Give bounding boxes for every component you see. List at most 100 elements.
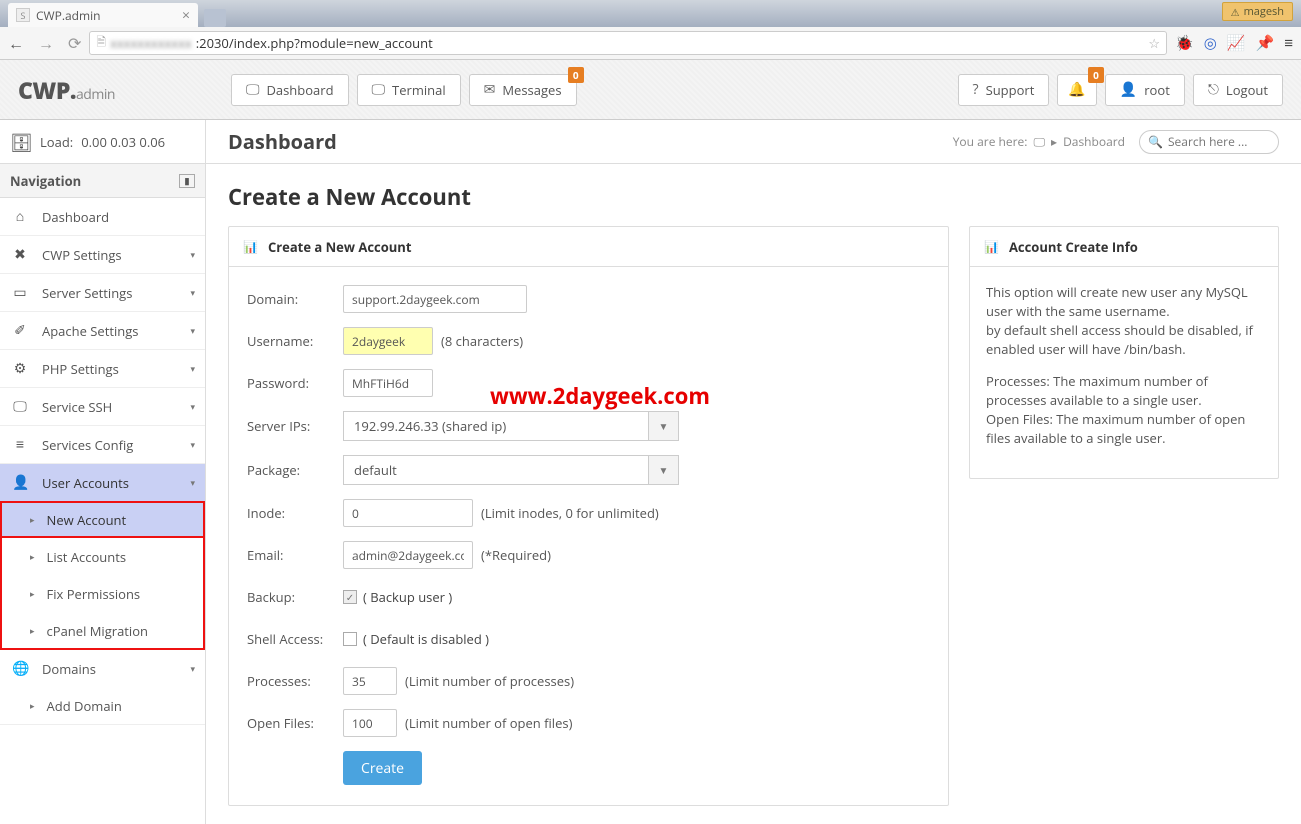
topbar-dashboard-button[interactable]: 🖵Dashboard <box>231 74 349 106</box>
sidebar-item-domains[interactable]: 🌐Domains▾ <box>0 650 205 687</box>
sidebar-subitem-add-domain[interactable]: ▸Add Domain <box>0 687 205 724</box>
database-icon: 🗄 <box>10 131 32 153</box>
sidebar-subitem-list-accounts[interactable]: ▸List Accounts <box>0 538 205 575</box>
forward-icon[interactable]: → <box>38 32 54 54</box>
domain-label: Domain: <box>247 290 343 308</box>
email-input[interactable] <box>343 541 473 569</box>
envelope-icon: ✉ <box>484 80 496 99</box>
topbar-terminal-button[interactable]: 🖵Terminal <box>357 74 461 106</box>
sidebar-item-cwp-settings[interactable]: ✖CWP Settings▾ <box>0 236 205 273</box>
openfiles-hint: (Limit number of open files) <box>405 714 572 732</box>
chevron-right-icon: ▸ <box>1051 133 1057 150</box>
url-path: :2030/index.php?module=new_account <box>196 34 433 52</box>
backup-label: Backup: <box>247 588 343 606</box>
bars-icon: 📊 <box>984 238 999 255</box>
shell-checkbox[interactable] <box>343 632 357 646</box>
search-input[interactable] <box>1168 133 1270 150</box>
menu-icon: ≡ <box>12 435 28 454</box>
topbar-alerts-button[interactable]: 🔔0 <box>1057 74 1096 106</box>
processes-input[interactable] <box>343 667 397 695</box>
address-bar: ← → ⟳ 🗎 xxxxxxxxxxxx :2030/index.php?mod… <box>0 27 1301 60</box>
url-field[interactable]: 🗎 xxxxxxxxxxxx :2030/index.php?module=ne… <box>89 31 1167 55</box>
bullet-icon: ▸ <box>30 513 35 526</box>
browser-user-badge[interactable]: magesh <box>1222 2 1293 21</box>
sidebar-item-apache-settings[interactable]: ✐Apache Settings▾ <box>0 312 205 349</box>
ext-icon-3[interactable]: 📈 <box>1227 33 1246 53</box>
ext-icon-4[interactable]: 📌 <box>1256 33 1275 53</box>
collapse-icon[interactable]: ▮ <box>179 174 195 188</box>
password-input[interactable] <box>343 369 433 397</box>
domain-input[interactable] <box>343 285 527 313</box>
terminal-icon: 🖵 <box>372 80 386 99</box>
load-values: 0.00 0.03 0.06 <box>81 133 165 151</box>
menu-icon[interactable]: ≡ <box>1284 33 1293 53</box>
sidebar-subitem-new-account[interactable]: ▸New Account <box>0 501 205 538</box>
browser-tab-strip: S CWP.admin × magesh <box>0 0 1301 27</box>
tab-title: CWP.admin <box>36 7 101 24</box>
openfiles-label: Open Files: <box>247 714 343 732</box>
email-hint: (*Required) <box>481 546 551 564</box>
nav-heading: Navigation ▮ <box>0 164 205 198</box>
new-tab-button[interactable] <box>204 9 226 27</box>
serverips-label: Server IPs: <box>247 417 343 435</box>
chevron-down-icon: ▾ <box>190 438 195 451</box>
topbar-messages-button[interactable]: ✉Messages0 <box>469 74 577 106</box>
sidebar-item-user-accounts[interactable]: 👤User Accounts▾ <box>0 464 205 501</box>
bullet-icon: ▸ <box>30 699 35 712</box>
inode-label: Inode: <box>247 504 343 522</box>
bookmark-star-icon[interactable]: ☆ <box>1148 34 1160 52</box>
page-section-title: Dashboard <box>228 128 337 155</box>
topbar-support-button[interactable]: ?Support <box>958 74 1050 106</box>
breadcrumb-current[interactable]: Dashboard <box>1063 133 1125 150</box>
search-box[interactable]: 🔍 <box>1139 130 1279 154</box>
username-input[interactable] <box>343 327 433 355</box>
menu-icon: ⚙ <box>12 359 28 378</box>
sidebar-item-server-settings[interactable]: ▭Server Settings▾ <box>0 274 205 311</box>
chevron-down-icon[interactable]: ▼ <box>648 456 678 484</box>
backup-text: ( Backup user ) <box>363 588 452 606</box>
topbar-logout-button[interactable]: ⎋Logout <box>1193 74 1283 106</box>
reload-icon[interactable]: ⟳ <box>68 32 81 54</box>
package-select[interactable]: default▼ <box>343 455 679 485</box>
sidebar-item-service-ssh[interactable]: 🖵Service SSH▾ <box>0 388 205 425</box>
breadcrumb: You are here: 🖵 ▸ Dashboard <box>953 133 1125 150</box>
account-info-panel: 📊Account Create Info This option will cr… <box>969 226 1279 479</box>
monitor-icon: 🖵 <box>1033 133 1045 150</box>
package-label: Package: <box>247 461 343 479</box>
sidebar-item-php-settings[interactable]: ⚙PHP Settings▾ <box>0 350 205 387</box>
content-area: Create a New Account 📊Create a New Accou… <box>206 164 1301 824</box>
email-label: Email: <box>247 546 343 564</box>
menu-icon: ⌂ <box>12 207 28 226</box>
back-icon[interactable]: ← <box>8 32 24 54</box>
username-label: Username: <box>247 332 343 350</box>
sidebar-subitem-cpanel-migration[interactable]: ▸cPanel Migration <box>0 612 205 649</box>
sidebar-item-dashboard[interactable]: ⌂Dashboard <box>0 198 205 235</box>
browser-tab[interactable]: S CWP.admin × <box>8 3 198 27</box>
chevron-down-icon: ▾ <box>190 324 195 337</box>
create-button[interactable]: Create <box>343 751 422 785</box>
sidebar-item-services-config[interactable]: ≡Services Config▾ <box>0 426 205 463</box>
menu-icon: 👤 <box>12 473 28 492</box>
close-tab-icon[interactable]: × <box>182 6 190 25</box>
chevron-down-icon[interactable]: ▼ <box>648 412 678 440</box>
chevron-down-icon: ▾ <box>190 286 195 299</box>
chevron-down-icon: ▾ <box>190 400 195 413</box>
logout-icon: ⎋ <box>1208 80 1219 99</box>
serverips-select[interactable]: 192.99.246.33 (shared ip)▼ <box>343 411 679 441</box>
bullet-icon: ▸ <box>30 587 35 600</box>
alerts-badge: 0 <box>1088 67 1104 83</box>
sidebar-subitem-fix-permissions[interactable]: ▸Fix Permissions <box>0 575 205 612</box>
ext-icon-1[interactable]: 🐞 <box>1175 33 1194 53</box>
topbar-user-button[interactable]: 👤root <box>1105 74 1185 106</box>
bell-icon: 🔔 <box>1068 80 1085 99</box>
backup-checkbox[interactable]: ✓ <box>343 590 357 604</box>
page-title: Create a New Account <box>228 182 1279 212</box>
user-icon: 👤 <box>1120 80 1137 99</box>
openfiles-input[interactable] <box>343 709 397 737</box>
shell-text: ( Default is disabled ) <box>363 630 489 648</box>
username-hint: (8 characters) <box>441 332 523 350</box>
ext-icon-2[interactable]: ◎ <box>1204 33 1217 53</box>
inode-input[interactable] <box>343 499 473 527</box>
chevron-down-icon: ▾ <box>190 476 195 489</box>
processes-label: Processes: <box>247 672 343 690</box>
